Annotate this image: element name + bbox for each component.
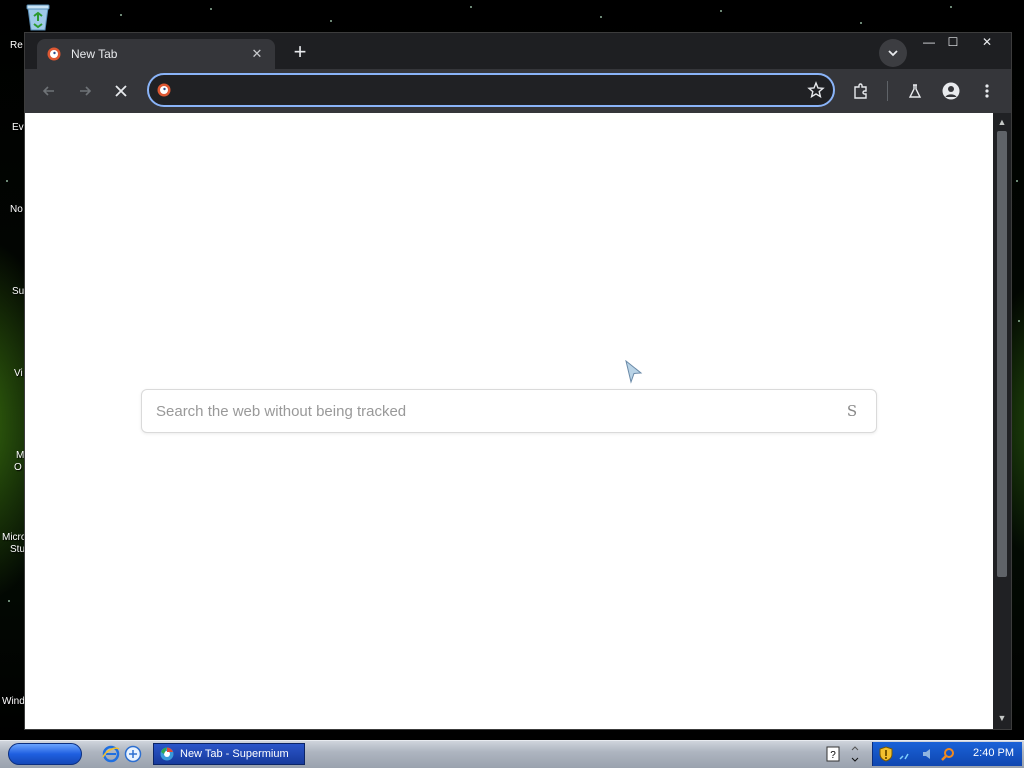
labs-button[interactable] [903, 79, 927, 103]
profile-button[interactable] [939, 79, 963, 103]
tab-close-icon[interactable]: ✕ [249, 46, 265, 62]
taskbar-item-label: New Tab - Supermium [180, 748, 289, 760]
flask-icon [908, 84, 922, 98]
extensions-button[interactable] [849, 79, 873, 103]
ddg-favicon-icon [157, 83, 171, 97]
search-box[interactable]: S [141, 389, 877, 433]
browser-toolbar [25, 69, 1011, 113]
back-button[interactable] [37, 79, 61, 103]
search-input[interactable] [154, 401, 840, 421]
network-icon[interactable] [899, 747, 913, 761]
desktop-icon-label[interactable]: Ev [12, 122, 24, 134]
tray-scroll-arrows-icon[interactable] [850, 744, 860, 764]
forward-arrow-icon [80, 86, 92, 96]
vertical-scrollbar[interactable]: ▲ ▼ [993, 113, 1011, 729]
tab-title: New Tab [71, 47, 118, 61]
minimize-button[interactable]: — [917, 33, 941, 51]
taskbar-item-supermium[interactable]: New Tab - Supermium [153, 743, 305, 765]
desktop-icon-label[interactable]: Stu [10, 544, 25, 556]
tab-strip: New Tab ✕ + — ☐ ✕ [25, 33, 1011, 69]
stop-icon [115, 85, 127, 97]
taskbar: New Tab - Supermium ? 2:40 PM [0, 740, 1024, 768]
desktop-icon-label[interactable]: O [14, 462, 22, 474]
desktop-icon-label[interactable]: Su [12, 286, 24, 298]
browser-window: New Tab ✕ + — ☐ ✕ Search the web without… [24, 32, 1012, 730]
start-button[interactable] [8, 743, 82, 765]
page-content: S [25, 113, 993, 729]
mouse-cursor-icon [625, 360, 643, 384]
close-window-button[interactable]: ✕ [975, 33, 999, 51]
tab-new-tab[interactable]: New Tab ✕ [37, 39, 275, 69]
desktop-icon-label[interactable]: Wind [2, 696, 25, 708]
system-tray: 2:40 PM [872, 742, 1022, 766]
scroll-thumb[interactable] [997, 131, 1007, 577]
address-input[interactable] [179, 81, 807, 99]
new-tab-button[interactable]: + [287, 40, 313, 66]
desktop-icon-label[interactable]: Micro [2, 532, 26, 544]
menu-button[interactable] [975, 79, 999, 103]
clock[interactable]: 2:40 PM [973, 747, 1014, 759]
supermium-icon [160, 747, 174, 761]
search-submit-button[interactable]: S [840, 399, 864, 423]
tab-search-button[interactable] [879, 39, 907, 67]
person-icon [942, 82, 960, 100]
desktop-icon-label[interactable]: Vi [14, 368, 23, 380]
toolbar-divider [887, 81, 888, 101]
desktop-icon-label[interactable]: No [10, 204, 23, 216]
desktop-icon-label[interactable]: Re [10, 40, 23, 52]
chevron-down-icon [888, 50, 898, 57]
browser-quicklaunch-icon[interactable] [124, 745, 142, 763]
internet-explorer-icon[interactable] [102, 745, 120, 763]
ddg-favicon-icon [47, 47, 61, 61]
recycle-bin-icon[interactable] [24, 2, 52, 32]
address-bar[interactable] [147, 73, 835, 107]
help-icon[interactable]: ? [826, 746, 840, 762]
shield-icon[interactable] [879, 746, 893, 762]
star-icon[interactable] [807, 81, 825, 99]
forward-button[interactable] [73, 79, 97, 103]
scroll-down-icon[interactable]: ▼ [997, 713, 1007, 723]
maximize-button[interactable]: ☐ [941, 33, 965, 51]
puzzle-icon [854, 83, 867, 99]
stop-button[interactable] [109, 79, 133, 103]
volume-icon[interactable] [921, 747, 935, 761]
scroll-up-icon[interactable]: ▲ [997, 117, 1007, 127]
kebab-menu-icon [985, 84, 989, 98]
search-icon[interactable] [941, 747, 955, 761]
svg-text:?: ? [830, 750, 836, 761]
back-arrow-icon [42, 86, 54, 96]
